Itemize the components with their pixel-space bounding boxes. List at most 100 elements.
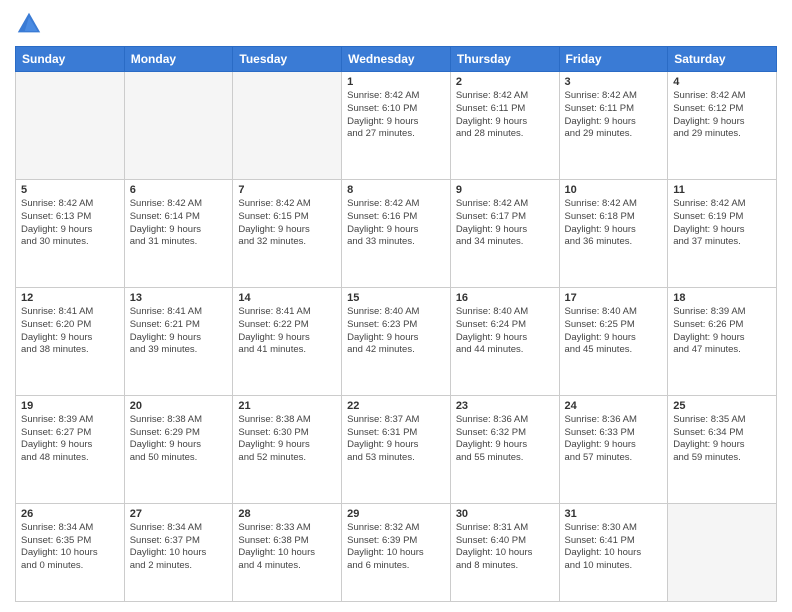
day-cell-3: 3 Sunrise: 8:42 AM Sunset: 6:11 PM Daylig… [559,72,668,180]
day-cell-4: 4 Sunrise: 8:42 AM Sunset: 6:12 PM Daylig… [668,72,777,180]
day-info: Sunrise: 8:42 AM Sunset: 6:15 PM Dayligh… [238,198,336,249]
day-number: 19 [21,400,119,412]
weekday-header-saturday: Saturday [668,47,777,72]
day-number: 4 [673,76,771,88]
day-cell-21: 21 Sunrise: 8:38 AM Sunset: 6:30 PM Dayli… [233,395,342,503]
day-number: 20 [130,400,228,412]
day-cell-empty-0-1 [124,72,233,180]
day-number: 13 [130,292,228,304]
day-info: Sunrise: 8:42 AM Sunset: 6:17 PM Dayligh… [456,198,554,249]
day-cell-empty-4-6 [668,503,777,601]
day-number: 6 [130,184,228,196]
week-row-2: 5 Sunrise: 8:42 AM Sunset: 6:13 PM Daylig… [16,179,777,287]
day-number: 28 [238,508,336,520]
day-number: 30 [456,508,554,520]
day-cell-28: 28 Sunrise: 8:33 AM Sunset: 6:38 PM Dayli… [233,503,342,601]
day-cell-5: 5 Sunrise: 8:42 AM Sunset: 6:13 PM Daylig… [16,179,125,287]
day-info: Sunrise: 8:36 AM Sunset: 6:33 PM Dayligh… [565,414,663,465]
header [15,10,777,38]
day-number: 31 [565,508,663,520]
day-number: 26 [21,508,119,520]
day-number: 17 [565,292,663,304]
day-cell-empty-0-0 [16,72,125,180]
day-info: Sunrise: 8:37 AM Sunset: 6:31 PM Dayligh… [347,414,445,465]
day-number: 16 [456,292,554,304]
weekday-header-tuesday: Tuesday [233,47,342,72]
day-cell-29: 29 Sunrise: 8:32 AM Sunset: 6:39 PM Dayli… [342,503,451,601]
day-info: Sunrise: 8:42 AM Sunset: 6:18 PM Dayligh… [565,198,663,249]
day-cell-17: 17Sunrise: 8:40 AM Sunset: 6:25 PM Dayli… [559,287,668,395]
day-info: Sunrise: 8:35 AM Sunset: 6:34 PM Dayligh… [673,414,771,465]
day-info: Sunrise: 8:38 AM Sunset: 6:30 PM Dayligh… [238,414,336,465]
day-cell-23: 23 Sunrise: 8:36 AM Sunset: 6:32 PM Dayli… [450,395,559,503]
day-info: Sunrise: 8:40 AM Sunset: 6:23 PM Dayligh… [347,306,445,357]
day-cell-25: 25 Sunrise: 8:35 AM Sunset: 6:34 PM Dayli… [668,395,777,503]
weekday-header-sunday: Sunday [16,47,125,72]
day-info: Sunrise: 8:31 AM Sunset: 6:40 PM Dayligh… [456,522,554,573]
day-cell-12: 12Sunrise: 8:41 AM Sunset: 6:20 PM Dayli… [16,287,125,395]
day-cell-10: 10 Sunrise: 8:42 AM Sunset: 6:18 PM Dayli… [559,179,668,287]
calendar-body: 1Sunrise: 8:42 AM Sunset: 6:10 PM Daylig… [16,72,777,602]
day-number: 10 [565,184,663,196]
week-row-5: 26 Sunrise: 8:34 AM Sunset: 6:35 PM Dayli… [16,503,777,601]
day-number: 29 [347,508,445,520]
day-cell-16: 16 Sunrise: 8:40 AM Sunset: 6:24 PM Dayli… [450,287,559,395]
day-info: Sunrise: 8:34 AM Sunset: 6:37 PM Dayligh… [130,522,228,573]
day-info: Sunrise: 8:30 AM Sunset: 6:41 PM Dayligh… [565,522,663,573]
week-row-3: 12Sunrise: 8:41 AM Sunset: 6:20 PM Dayli… [16,287,777,395]
weekday-header-wednesday: Wednesday [342,47,451,72]
day-info: Sunrise: 8:33 AM Sunset: 6:38 PM Dayligh… [238,522,336,573]
day-number: 25 [673,400,771,412]
day-cell-24: 24 Sunrise: 8:36 AM Sunset: 6:33 PM Dayli… [559,395,668,503]
day-cell-1: 1Sunrise: 8:42 AM Sunset: 6:10 PM Daylig… [342,72,451,180]
day-info: Sunrise: 8:42 AM Sunset: 6:11 PM Dayligh… [565,90,663,141]
day-number: 2 [456,76,554,88]
day-number: 24 [565,400,663,412]
day-cell-empty-0-2 [233,72,342,180]
day-info: Sunrise: 8:39 AM Sunset: 6:26 PM Dayligh… [673,306,771,357]
day-number: 21 [238,400,336,412]
day-cell-19: 19Sunrise: 8:39 AM Sunset: 6:27 PM Dayli… [16,395,125,503]
day-info: Sunrise: 8:42 AM Sunset: 6:14 PM Dayligh… [130,198,228,249]
day-cell-8: 8Sunrise: 8:42 AM Sunset: 6:16 PM Daylig… [342,179,451,287]
day-info: Sunrise: 8:42 AM Sunset: 6:13 PM Dayligh… [21,198,119,249]
day-info: Sunrise: 8:42 AM Sunset: 6:12 PM Dayligh… [673,90,771,141]
weekday-header-row: SundayMondayTuesdayWednesdayThursdayFrid… [16,47,777,72]
day-cell-31: 31 Sunrise: 8:30 AM Sunset: 6:41 PM Dayli… [559,503,668,601]
day-cell-15: 15 Sunrise: 8:40 AM Sunset: 6:23 PM Dayli… [342,287,451,395]
day-cell-26: 26 Sunrise: 8:34 AM Sunset: 6:35 PM Dayli… [16,503,125,601]
day-info: Sunrise: 8:42 AM Sunset: 6:19 PM Dayligh… [673,198,771,249]
day-number: 9 [456,184,554,196]
day-info: Sunrise: 8:41 AM Sunset: 6:20 PM Dayligh… [21,306,119,357]
day-info: Sunrise: 8:34 AM Sunset: 6:35 PM Dayligh… [21,522,119,573]
page: SundayMondayTuesdayWednesdayThursdayFrid… [0,0,792,612]
day-number: 23 [456,400,554,412]
day-info: Sunrise: 8:32 AM Sunset: 6:39 PM Dayligh… [347,522,445,573]
day-cell-14: 14 Sunrise: 8:41 AM Sunset: 6:22 PM Dayli… [233,287,342,395]
calendar-table: SundayMondayTuesdayWednesdayThursdayFrid… [15,46,777,602]
day-number: 14 [238,292,336,304]
day-number: 3 [565,76,663,88]
weekday-header-friday: Friday [559,47,668,72]
day-cell-2: 2 Sunrise: 8:42 AM Sunset: 6:11 PM Daylig… [450,72,559,180]
day-number: 5 [21,184,119,196]
logo-icon [15,10,43,38]
day-info: Sunrise: 8:40 AM Sunset: 6:24 PM Dayligh… [456,306,554,357]
day-cell-18: 18 Sunrise: 8:39 AM Sunset: 6:26 PM Dayli… [668,287,777,395]
day-number: 18 [673,292,771,304]
logo [15,10,47,38]
day-info: Sunrise: 8:36 AM Sunset: 6:32 PM Dayligh… [456,414,554,465]
weekday-header-monday: Monday [124,47,233,72]
day-cell-6: 6 Sunrise: 8:42 AM Sunset: 6:14 PM Daylig… [124,179,233,287]
day-number: 8 [347,184,445,196]
day-cell-22: 22Sunrise: 8:37 AM Sunset: 6:31 PM Dayli… [342,395,451,503]
day-info: Sunrise: 8:42 AM Sunset: 6:11 PM Dayligh… [456,90,554,141]
day-cell-13: 13Sunrise: 8:41 AM Sunset: 6:21 PM Dayli… [124,287,233,395]
weekday-header-thursday: Thursday [450,47,559,72]
week-row-1: 1Sunrise: 8:42 AM Sunset: 6:10 PM Daylig… [16,72,777,180]
day-cell-11: 11 Sunrise: 8:42 AM Sunset: 6:19 PM Dayli… [668,179,777,287]
day-number: 15 [347,292,445,304]
day-cell-27: 27Sunrise: 8:34 AM Sunset: 6:37 PM Dayli… [124,503,233,601]
day-number: 11 [673,184,771,196]
day-info: Sunrise: 8:41 AM Sunset: 6:22 PM Dayligh… [238,306,336,357]
